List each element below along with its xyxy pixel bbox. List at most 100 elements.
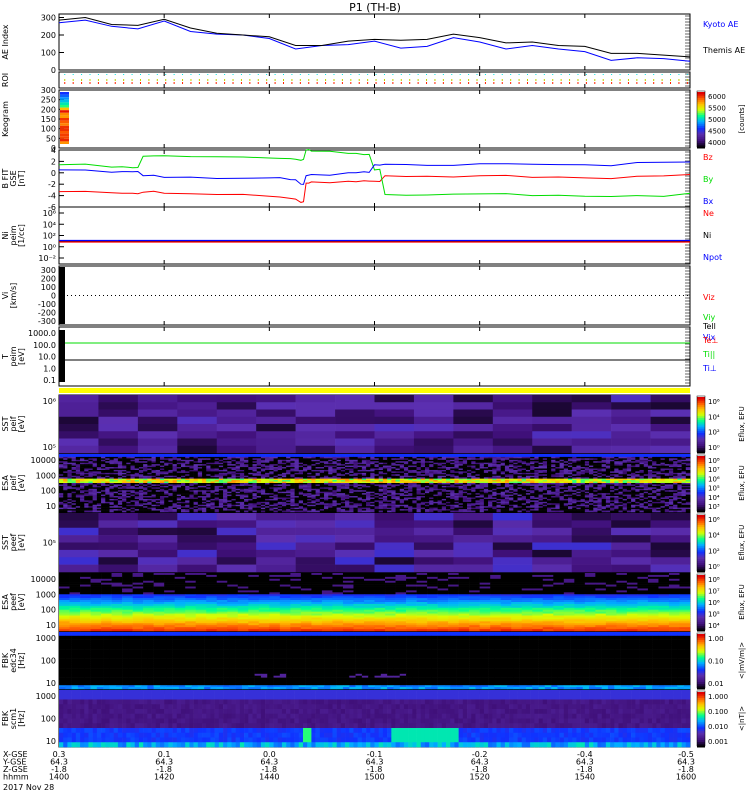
roi-mark [552,74,554,75]
roi-mark [501,74,503,75]
y-tick-label: 10² [43,232,56,241]
roi-mark [283,74,285,75]
y-tick-label: 10⁻² [38,254,56,263]
keogram-cell [60,133,69,137]
roi-mark [526,82,528,84]
roi-mark [653,74,655,75]
roi-mark [686,74,688,75]
spectrogram-cell [59,431,99,439]
plot-canvas: P1 (TH-B) AE Index0100200300Kyoto AEThem… [1,1,746,792]
ae-ylabel: AE Index [1,24,10,59]
roi-mark [619,82,621,84]
roi-mark [274,74,276,75]
roi-mark [224,74,226,75]
spectrogram-cell [59,438,99,447]
roi-mark [106,74,108,75]
y-tick-label: 300 [41,86,56,95]
bfit-series-bz [58,174,691,203]
roi-mark [518,79,520,81]
legend-te-: Te⊥ [702,336,718,345]
legend-by: By [703,175,713,184]
roi-mark [585,79,587,81]
keogram-cell [60,99,69,103]
colorbar-tick-label: 10⁴ [708,413,720,421]
spectrogram-cell [59,416,99,425]
roi-mark [114,82,116,84]
legend-themis-ae: Themis AE [702,46,745,55]
spectrogram-cell [177,445,218,454]
legend-viz: Viz [703,293,715,302]
roi-mark [173,74,175,75]
roi-mark [442,74,444,75]
spectrogram-cell [177,438,218,447]
spectrogram-cell [335,438,375,447]
spectrogram-cell [177,431,218,439]
roi-mark [569,79,571,81]
roi-mark [358,82,360,84]
roi-mark [190,82,192,84]
roi-mark [594,79,596,81]
roi-mark [383,79,385,81]
roi-mark [526,74,528,75]
colorbar-tick-label: 5500 [708,105,726,113]
roi-mark [670,74,672,75]
roi-mark [89,79,91,81]
ni-ylabel: [1/cc] [17,224,26,247]
spectrogram-cell [256,438,296,447]
roi-mark [543,79,545,81]
spectrogram-cell [59,424,99,432]
roi-mark [299,74,301,75]
y-tick-label: 1000.0 [28,329,56,338]
roi-mark [283,82,285,84]
y-tick-label: 250 [41,96,56,105]
roi-mark [476,74,478,75]
y-tick-label: 1000 [36,471,56,480]
roi-mark [325,79,327,81]
roi-mark [240,82,242,84]
spectrogram-cell [137,409,178,418]
roi-mark [661,74,663,75]
spectrogram-cell [256,416,296,425]
y-tick-label: 10.0 [38,353,56,362]
y-tick-label: 10⁵ [43,443,56,452]
keogram-cell [60,105,69,108]
roi-mark [661,82,663,84]
spectrogram-cell [611,438,651,447]
y-tick-label: 300 [41,14,56,23]
roi-mark [468,74,470,75]
roi-mark [224,82,226,84]
spectrogram-cell [256,395,296,403]
spectrogram-cell [453,395,494,403]
spectrogram-cell [216,395,257,403]
roi-mark [636,82,638,84]
roi-mark [400,74,402,75]
spectrogram-cell [571,445,612,454]
spectrogram-cell [413,416,454,425]
spectrogram-cell [571,424,612,432]
roi-mark [198,82,200,84]
colorbar-tick-label: 5000 [708,116,726,124]
roi-mark [392,82,394,84]
keogram-cell [60,115,69,118]
roi-mark [325,82,327,84]
roi-mark [114,79,116,81]
colorbar-label: Eflux, EFU [738,406,746,441]
quality-flag-bar [59,388,690,393]
spectrogram-cell [59,402,99,410]
spectrogram-cell [492,409,533,418]
roi-mark [224,79,226,81]
spectrogram-cell [98,416,139,425]
roi-mark [627,79,629,81]
spectrogram-cell [374,431,415,439]
roi-mark [81,74,83,75]
spectrogram-cell [295,424,336,432]
keogram-cell [60,131,69,134]
roi-mark [148,79,150,81]
spectrogram-cell [413,445,454,454]
roi-mark [644,74,646,75]
spectrogram-cell [177,402,218,410]
ni-panel [58,206,691,265]
roi-mark [383,82,385,84]
y-tick-label: 0.1 [43,376,56,385]
colorbar-tick-label: 10⁶ [708,398,720,406]
